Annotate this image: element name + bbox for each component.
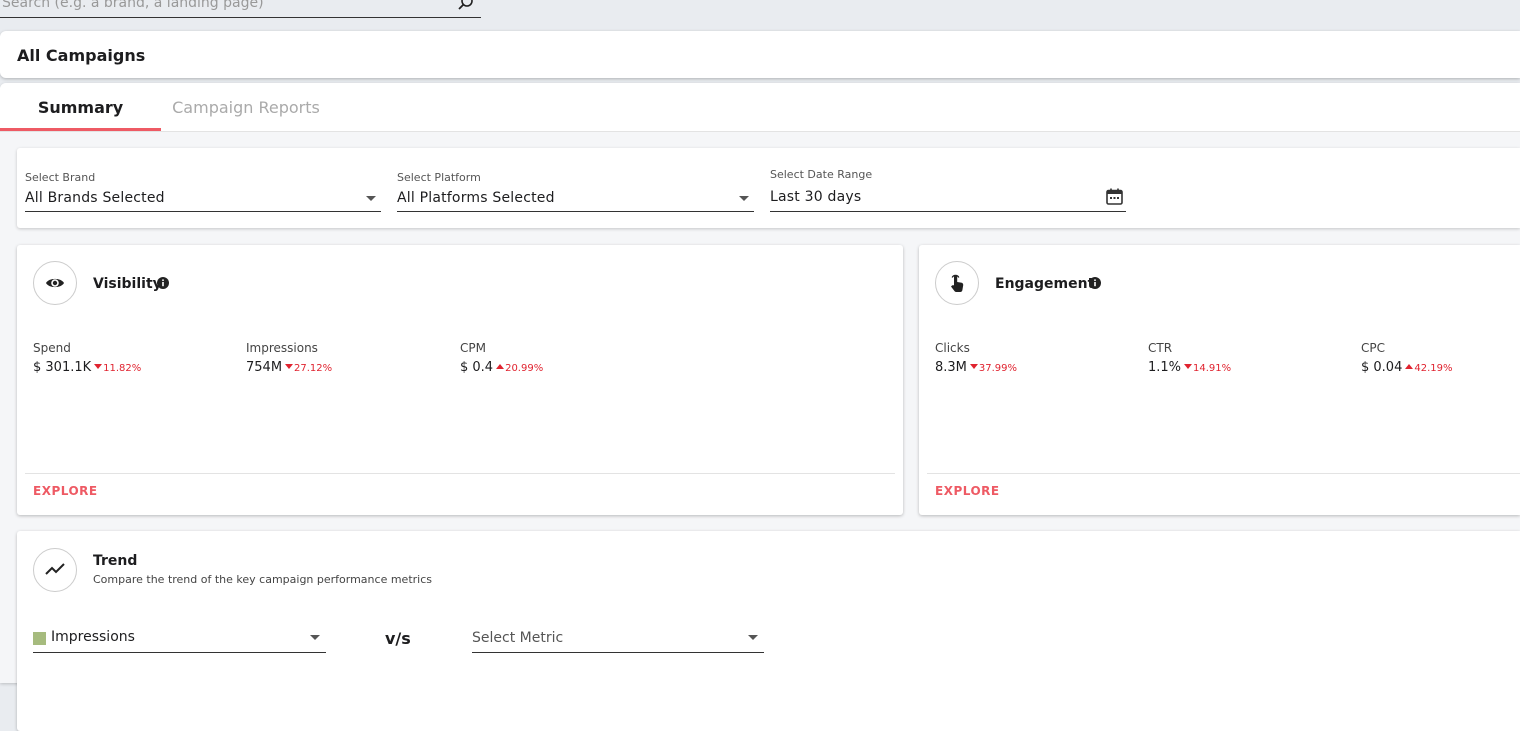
card-divider bbox=[25, 473, 895, 474]
visibility-title: Visibility bbox=[93, 276, 162, 292]
metric-value: $ 0.04 bbox=[1361, 360, 1403, 375]
metric-spend: Spend $ 301.1K 11.82% bbox=[33, 341, 141, 375]
metric-value-row: 754M 27.12% bbox=[246, 360, 332, 375]
brand-select-label: Select Brand bbox=[25, 171, 96, 184]
metric-label: Impressions bbox=[246, 341, 318, 355]
trend-subtitle: Compare the trend of the key campaign pe… bbox=[93, 573, 432, 586]
search-input[interactable] bbox=[0, 0, 444, 12]
card-divider bbox=[927, 473, 1520, 474]
metric-value: 8.3M bbox=[935, 360, 967, 375]
metric-label: Spend bbox=[33, 341, 71, 355]
visibility-icon-badge bbox=[33, 261, 77, 305]
primary-metric-underline bbox=[33, 652, 326, 653]
pointer-hand-icon bbox=[951, 274, 964, 292]
metric-value: $ 0.4 bbox=[460, 360, 494, 375]
versus-label: v/s bbox=[385, 629, 411, 648]
metric-value-row: $ 0.04 42.19% bbox=[1361, 360, 1453, 375]
metric-delta: 14.91% bbox=[1193, 363, 1232, 374]
calendar-icon[interactable] bbox=[1105, 187, 1124, 206]
search-icon[interactable] bbox=[457, 0, 475, 12]
platform-select-label: Select Platform bbox=[397, 171, 481, 184]
trend-icon-badge bbox=[33, 548, 77, 592]
metric-value: 1.1% bbox=[1148, 360, 1182, 375]
date-range-picker[interactable]: Select Date Range Last 30 days bbox=[770, 148, 1126, 228]
down-arrow-icon bbox=[1184, 364, 1193, 369]
brand-select-value: All Brands Selected bbox=[25, 190, 165, 206]
tab-campaign-reports[interactable]: Campaign Reports bbox=[161, 83, 331, 129]
metric-value: 754M bbox=[246, 360, 283, 375]
trend-card: Trend Compare the trend of the key campa… bbox=[17, 531, 1520, 731]
platform-select[interactable]: Select Platform All Platforms Selected bbox=[397, 148, 754, 228]
up-arrow-icon bbox=[496, 364, 505, 369]
metric-label: Clicks bbox=[935, 341, 970, 355]
metric-ctr: CTR 1.1% 14.91% bbox=[1148, 341, 1231, 375]
down-arrow-icon bbox=[969, 364, 978, 369]
metric-value-row: 1.1% 14.91% bbox=[1148, 360, 1231, 375]
down-arrow-icon bbox=[285, 364, 294, 369]
metric-delta: 37.99% bbox=[978, 363, 1018, 374]
engagement-title: Engagement bbox=[995, 276, 1095, 292]
primary-metric-select[interactable]: Impressions bbox=[33, 623, 326, 653]
metric-delta: 20.99% bbox=[505, 363, 544, 374]
tab-bar: Summary Campaign Reports bbox=[0, 83, 1520, 132]
metric-delta: 42.19% bbox=[1414, 363, 1453, 374]
platform-select-underline bbox=[397, 211, 754, 212]
eye-icon bbox=[46, 278, 64, 288]
platform-select-value: All Platforms Selected bbox=[397, 190, 555, 206]
metric-cpc: CPC $ 0.04 42.19% bbox=[1361, 341, 1453, 375]
filter-bar: Select Brand All Brands Selected Select … bbox=[17, 148, 1520, 228]
metric-cpm: CPM $ 0.4 20.99% bbox=[460, 341, 543, 375]
chevron-down-icon bbox=[748, 635, 758, 640]
metric-delta: 27.12% bbox=[294, 363, 333, 374]
metric-clicks: Clicks 8.3M 37.99% bbox=[935, 341, 1017, 375]
metric-delta: 11.82% bbox=[103, 363, 142, 374]
metric-label: CTR bbox=[1148, 341, 1173, 355]
brand-select-underline bbox=[25, 211, 381, 212]
explore-visibility-link[interactable]: EXPLORE bbox=[33, 484, 98, 498]
compare-metric-select[interactable]: Select Metric bbox=[472, 623, 764, 653]
engagement-card: Engagement Clicks 8.3M 37.99% CTR 1.1% 14.… bbox=[919, 245, 1520, 515]
down-arrow-icon bbox=[94, 364, 103, 369]
engagement-icon-badge bbox=[935, 261, 979, 305]
series-color-swatch bbox=[33, 632, 46, 645]
metric-label: CPM bbox=[460, 341, 486, 355]
metric-value-row: 8.3M 37.99% bbox=[935, 360, 1017, 375]
page-title: All Campaigns bbox=[17, 46, 146, 65]
explore-engagement-link[interactable]: EXPLORE bbox=[935, 484, 1000, 498]
date-range-value: Last 30 days bbox=[770, 189, 862, 205]
info-icon[interactable] bbox=[157, 277, 169, 289]
metric-impressions: Impressions 754M 27.12% bbox=[246, 341, 332, 375]
page-header: All Campaigns bbox=[0, 31, 1520, 78]
up-arrow-icon bbox=[1405, 364, 1414, 369]
compare-metric-underline bbox=[472, 652, 764, 653]
tab-summary[interactable]: Summary bbox=[0, 83, 161, 131]
visibility-card: Visibility Spend $ 301.1K 11.82% Impressi… bbox=[17, 245, 903, 515]
chevron-down-icon bbox=[366, 196, 376, 201]
trend-title: Trend bbox=[93, 553, 138, 569]
date-range-label: Select Date Range bbox=[770, 168, 873, 181]
chevron-down-icon bbox=[739, 196, 749, 201]
search-bar[interactable] bbox=[0, 0, 481, 18]
metric-value-row: $ 301.1K 11.82% bbox=[33, 360, 141, 375]
primary-metric-value: Impressions bbox=[51, 629, 135, 645]
main-panel: Summary Campaign Reports Select Brand Al… bbox=[0, 83, 1520, 731]
date-range-underline bbox=[770, 211, 1126, 212]
metric-value-row: $ 0.4 20.99% bbox=[460, 360, 543, 375]
trend-line-icon bbox=[45, 563, 65, 575]
brand-select[interactable]: Select Brand All Brands Selected bbox=[25, 148, 381, 228]
chevron-down-icon bbox=[310, 635, 320, 640]
metric-label: CPC bbox=[1361, 341, 1385, 355]
info-icon[interactable] bbox=[1089, 277, 1101, 289]
metric-value: $ 301.1K bbox=[33, 360, 92, 375]
compare-metric-placeholder: Select Metric bbox=[472, 630, 564, 646]
